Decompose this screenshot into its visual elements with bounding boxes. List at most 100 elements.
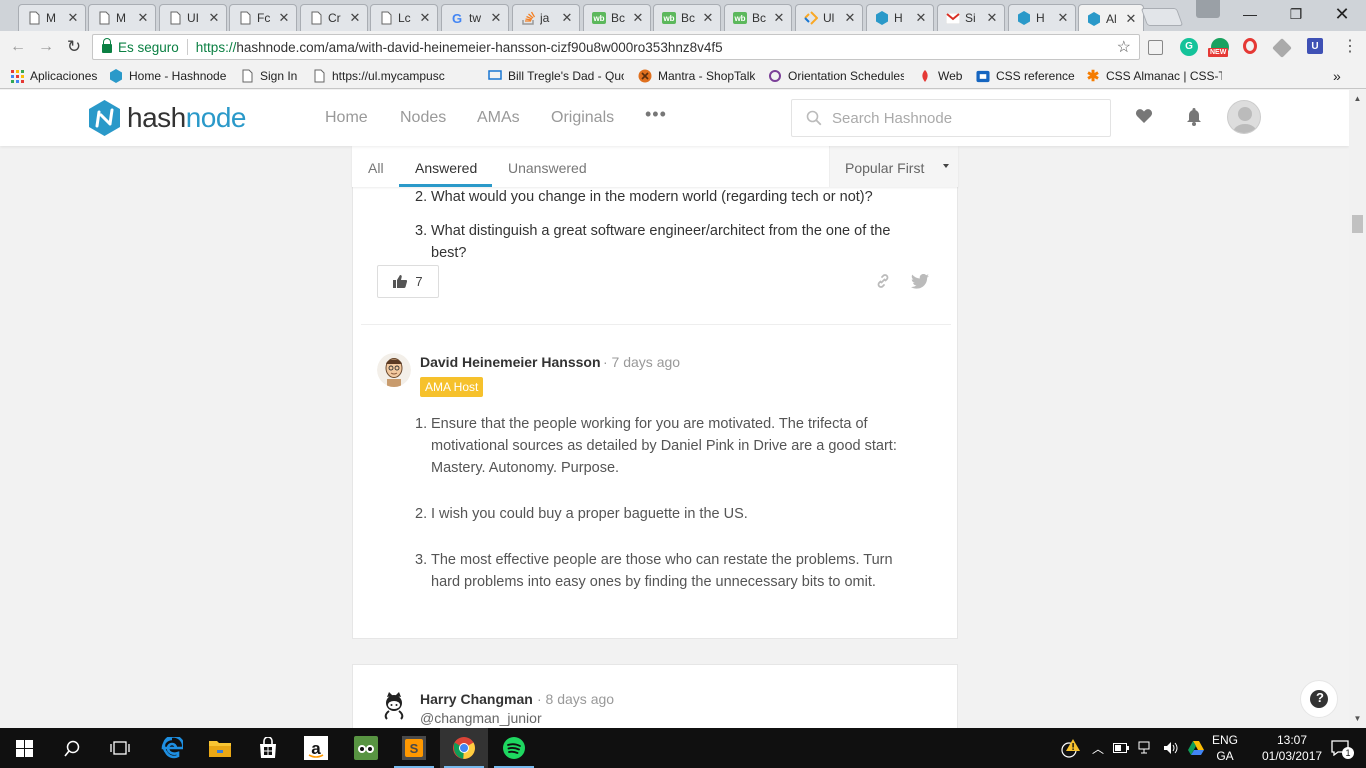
browser-tab[interactable]: wb Bc ✕ [724,4,792,31]
tab-close-icon[interactable]: ✕ [67,10,79,26]
sublime-text-icon[interactable]: S [390,728,438,768]
bookmark-apps[interactable]: Aplicaciones [10,67,97,85]
browser-tab[interactable]: Lc ✕ [370,4,438,31]
minimize-button[interactable]: — [1227,0,1273,28]
battery-icon[interactable] [1113,743,1130,753]
question-author-name[interactable]: Harry Changman [420,691,533,707]
more-bookmarks-chevron-icon[interactable]: » [1333,67,1341,85]
spotify-icon[interactable] [490,728,538,768]
tab-close-icon[interactable]: ✕ [1057,10,1069,26]
grammarly-extension-icon[interactable]: G [1180,38,1198,56]
bookmark-css-almanac[interactable]: ✱ CSS Almanac | CSS-Tri [1086,67,1222,85]
browser-tab[interactable]: wb Bc ✕ [583,4,651,31]
cast-extension-icon[interactable] [1148,40,1163,55]
bookmark-home-hashnode[interactable]: Home - Hashnode [109,67,226,85]
tab-close-icon[interactable]: ✕ [208,10,220,26]
tab-close-icon[interactable]: ✕ [1125,11,1137,27]
upvote-button[interactable]: 7 [377,265,439,298]
address-bar[interactable]: Es seguro https:// hashnode.com/ama/with… [92,34,1140,60]
close-window-button[interactable]: ✕ [1319,0,1365,28]
back-arrow-icon[interactable]: ← [8,37,28,57]
nav-home[interactable]: Home [325,109,368,127]
browser-tab[interactable]: M ✕ [88,4,156,31]
sort-dropdown[interactable]: Popular First [829,146,958,187]
author-avatar[interactable] [377,353,411,387]
bookmark-orientation[interactable]: Orientation Schedules [768,67,904,85]
tab-close-icon[interactable]: ✕ [986,10,998,26]
volume-icon[interactable] [1163,741,1179,755]
bookmark-star-icon[interactable]: ☆ [1117,37,1131,57]
bookmark-quora[interactable]: Bill Tregle's Dad - Quo [488,67,624,85]
chrome-menu-icon[interactable]: ⋮ [1340,37,1360,57]
bookmark-sign-in[interactable]: Sign In [240,67,297,85]
page-scrollbar[interactable]: ▲ ▼ [1349,90,1366,728]
evernote-extension-icon[interactable]: NEW [1208,38,1229,57]
google-drive-icon[interactable] [1188,741,1205,755]
hashnode-logo[interactable]: hashnode [88,100,247,136]
browser-tab[interactable]: Ul ✕ [795,4,863,31]
reload-icon[interactable]: ↻ [64,37,84,57]
bookmark-mycampus[interactable]: https://ul.mycampusc [312,67,474,85]
taskbar-clock[interactable]: 13:07 01/03/2017 [1262,732,1322,764]
scroll-down-arrow-icon[interactable]: ▼ [1353,714,1362,723]
tab-close-icon[interactable]: ✕ [702,10,714,26]
tab-close-icon[interactable]: ✕ [278,10,290,26]
tab-unanswered[interactable]: Unanswered [508,160,587,176]
question-author-handle[interactable]: @changman_junior [420,710,542,726]
tab-close-icon[interactable]: ✕ [137,10,149,26]
browser-tab[interactable]: Cr ✕ [300,4,368,31]
warning-tray-icon[interactable] [1052,728,1088,768]
browser-tab[interactable]: UI ✕ [159,4,227,31]
twitter-icon[interactable] [911,273,929,290]
tray-expand-icon[interactable]: ︿ [1092,740,1104,757]
opera-extension-icon[interactable] [1243,38,1257,54]
drive-extension-icon[interactable] [1272,38,1292,58]
browser-tab[interactable]: wb Bc ✕ [653,4,721,31]
browser-tab[interactable]: Fc ✕ [229,4,297,31]
input-language[interactable]: ENG GA [1210,732,1240,764]
nav-originals[interactable]: Originals [551,109,614,127]
task-view-icon[interactable] [96,728,144,768]
bookmark-shoptalk[interactable]: Mantra - ShopTalk [638,67,755,85]
user-avatar[interactable] [1227,100,1261,134]
edge-icon[interactable] [148,728,196,768]
tab-close-icon[interactable]: ✕ [561,10,573,26]
link-icon[interactable] [875,273,893,291]
nav-nodes[interactable]: Nodes [400,109,446,127]
tab-close-icon[interactable]: ✕ [349,10,361,26]
tab-close-icon[interactable]: ✕ [632,10,644,26]
browser-tab[interactable]: Si ✕ [937,4,1005,31]
bookmark-web[interactable]: Web [918,67,962,85]
nav-amas[interactable]: AMAs [477,109,520,127]
author-avatar[interactable] [377,688,411,722]
action-center-icon[interactable]: 1 [1320,728,1360,768]
browser-tab[interactable]: H ✕ [1008,4,1076,31]
scroll-up-arrow-icon[interactable]: ▲ [1353,94,1362,103]
answer-author-name[interactable]: David Heinemeier Hansson [420,354,601,370]
maximize-button[interactable]: ❐ [1273,0,1319,28]
file-explorer-icon[interactable] [196,728,244,768]
tab-close-icon[interactable]: ✕ [490,10,502,26]
forward-arrow-icon[interactable]: → [36,37,56,57]
browser-tab[interactable]: H ✕ [866,4,934,31]
browser-tab[interactable]: ja ✕ [512,4,580,31]
bookmark-css-reference[interactable]: CSS reference [976,67,1075,85]
heart-icon[interactable] [1135,108,1153,129]
help-button[interactable]: ? [1300,680,1338,718]
tab-answered[interactable]: Answered [415,160,477,176]
browser-profile-button[interactable] [1196,0,1220,18]
bell-icon[interactable] [1186,107,1202,131]
search-input[interactable]: Search Hashnode [791,99,1111,137]
browser-tab[interactable]: Al ✕ [1078,4,1144,32]
tab-close-icon[interactable]: ✕ [915,10,927,26]
browser-tab[interactable]: Gtw ✕ [441,4,509,31]
tripadvisor-icon[interactable] [342,728,390,768]
network-icon[interactable] [1138,741,1154,755]
chrome-icon[interactable] [440,728,488,768]
windows-start-icon[interactable] [0,728,48,768]
pocket-extension-icon[interactable]: U [1307,38,1323,54]
tab-close-icon[interactable]: ✕ [773,10,785,26]
tab-close-icon[interactable]: ✕ [419,10,431,26]
tab-close-icon[interactable]: ✕ [844,10,856,26]
scrollbar-thumb[interactable] [1352,215,1363,233]
